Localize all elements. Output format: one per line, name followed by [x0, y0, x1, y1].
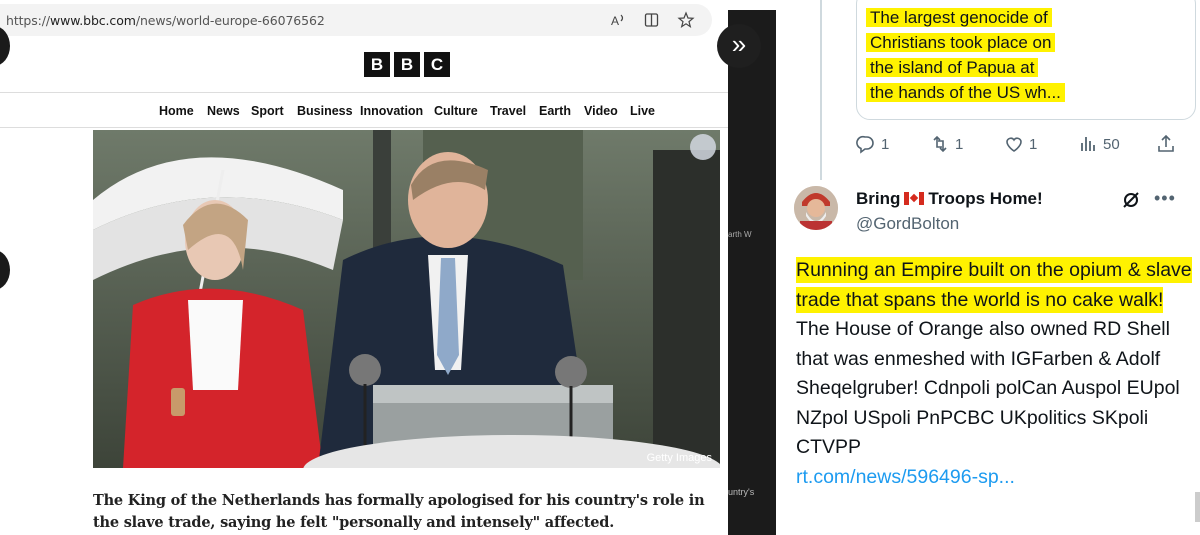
article-summary: The King of the Netherlands has formally…	[93, 492, 705, 531]
retweet-icon	[933, 135, 947, 153]
reading-view-icon[interactable]	[643, 11, 661, 29]
avatar-image	[794, 186, 838, 230]
nav-business[interactable]: Business	[297, 104, 353, 118]
share-button[interactable]	[1156, 134, 1176, 154]
highlighted-line: Christians took place on	[866, 33, 1056, 52]
logo-letter: C	[424, 52, 450, 77]
view-count: 50	[1103, 135, 1120, 153]
tweet-actions: 1 1 1 50	[856, 134, 1186, 160]
previous-media-button[interactable]	[0, 250, 10, 290]
url-domain: www.bbc.com	[50, 13, 136, 28]
analytics-icon	[1081, 137, 1095, 151]
browser-window: https://www.bbc.com/news/world-europe-66…	[0, 0, 728, 535]
nav-earth[interactable]: Earth	[539, 104, 571, 118]
nav-sport[interactable]: Sport	[251, 104, 284, 118]
display-name-part: Troops Home!	[928, 189, 1043, 208]
reply-count: 1	[881, 135, 890, 153]
highlighted-line: the island of Papua at	[866, 58, 1039, 77]
nav-video[interactable]: Video	[584, 104, 618, 118]
nav-news[interactable]: News	[207, 104, 240, 118]
background-text-fragment: arth W	[728, 230, 752, 239]
display-name-part: Bring	[856, 189, 901, 208]
more-options-icon[interactable]: •••	[1154, 188, 1176, 209]
photo-credit: Getty Images	[646, 452, 712, 464]
url-prefix: https://	[6, 13, 51, 28]
reply-icon	[856, 135, 874, 154]
tweet-body-text: The House of Orange also owned RD Shell …	[796, 318, 1180, 458]
tweet-text: Running an Empire built on the opium & s…	[796, 256, 1200, 492]
logo-letter: B	[394, 52, 420, 77]
reply-button[interactable]: 1	[856, 134, 889, 154]
nav-home[interactable]: Home	[159, 104, 194, 118]
share-icon	[1158, 134, 1174, 152]
quoted-tweet-text: The largest genocide of Christians took …	[866, 5, 1086, 105]
thread-connector	[820, 0, 822, 180]
twitter-panel: The largest genocide of Christians took …	[776, 0, 1200, 535]
like-button[interactable]: 1	[1004, 134, 1037, 154]
highlighted-text: Running an Empire built on the opium & s…	[796, 257, 1192, 313]
article-photo[interactable]: Getty Images	[93, 130, 720, 468]
photo-illustration	[93, 130, 720, 468]
avatar[interactable]	[794, 186, 838, 230]
bbc-nav: Home News Sport Business Innovation Cult…	[0, 92, 728, 128]
views-button[interactable]: 50	[1078, 134, 1120, 154]
grok-icon[interactable]	[1121, 190, 1141, 210]
double-chevron-right-icon[interactable]: »	[717, 24, 761, 68]
image-expand-icon[interactable]	[690, 134, 716, 160]
tweet-link[interactable]: rt.com/news/596496-sp...	[796, 466, 1015, 488]
favorite-star-icon[interactable]	[677, 11, 695, 29]
background-text-fragment: untry's	[728, 487, 755, 497]
url-path: /news/world-europe-66076562	[135, 13, 325, 28]
address-bar[interactable]: https://www.bbc.com/news/world-europe-66…	[0, 4, 712, 36]
read-aloud-icon[interactable]: A	[609, 11, 627, 29]
highlighted-line: The largest genocide of	[866, 8, 1052, 27]
retweet-count: 1	[955, 135, 964, 153]
url-text[interactable]: https://www.bbc.com/news/world-europe-66…	[6, 13, 325, 28]
nav-culture[interactable]: Culture	[434, 104, 478, 118]
user-handle[interactable]: @GordBolton	[856, 214, 959, 234]
nav-innovation[interactable]: Innovation	[360, 104, 423, 118]
nav-travel[interactable]: Travel	[490, 104, 526, 118]
logo-letter: B	[364, 52, 390, 77]
bbc-logo[interactable]: B B C	[364, 52, 450, 77]
retweet-button[interactable]: 1	[930, 134, 963, 154]
heart-icon	[1006, 137, 1022, 152]
canada-flag-icon	[904, 192, 925, 205]
scrollbar[interactable]	[1195, 492, 1200, 522]
like-count: 1	[1029, 135, 1038, 153]
dark-divider-panel	[728, 10, 776, 535]
nav-live[interactable]: Live	[630, 104, 655, 118]
display-name[interactable]: Bring Troops Home!	[856, 189, 1043, 209]
svg-text:A: A	[611, 14, 619, 28]
highlighted-line: the hands of the US wh...	[866, 83, 1065, 102]
